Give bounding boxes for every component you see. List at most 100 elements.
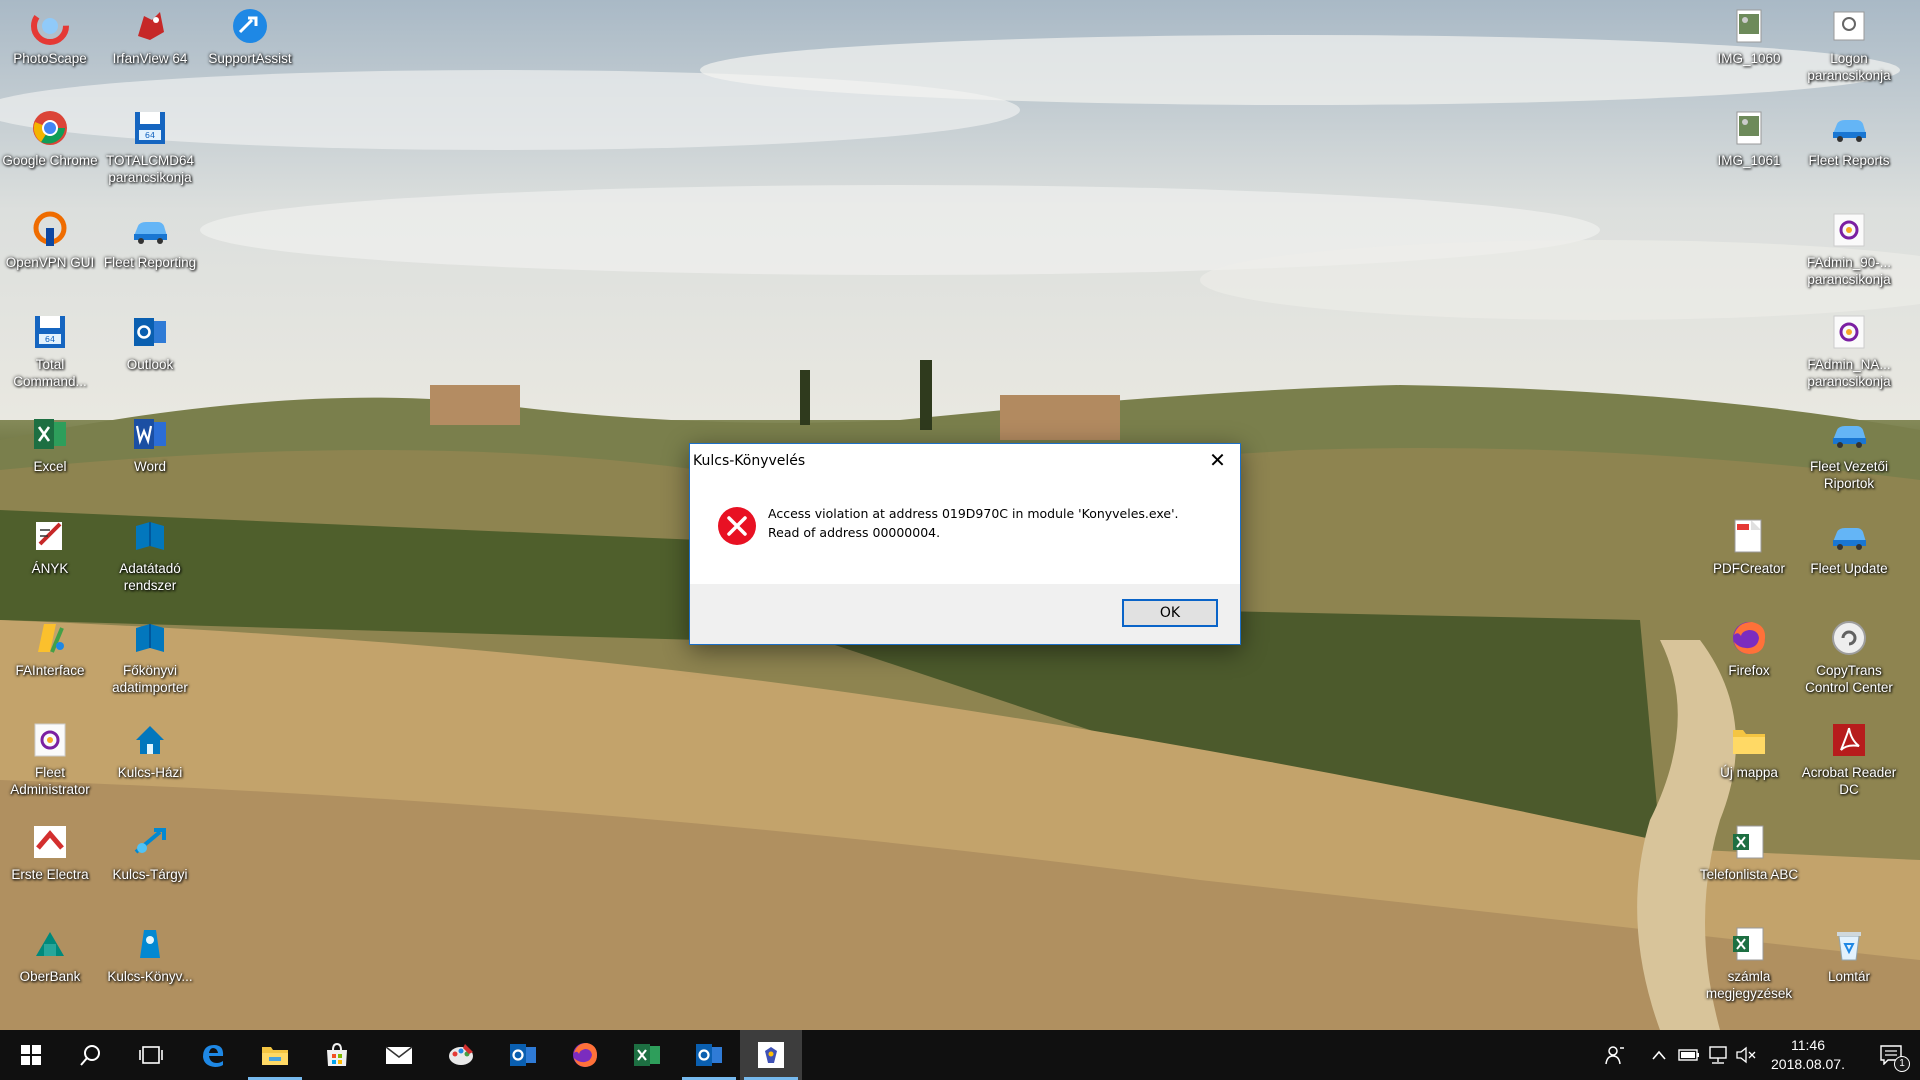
taskbar-outlook-2[interactable] [678,1030,740,1080]
ok-button[interactable]: OK [1122,599,1218,627]
desktop-icon-főkönyvi-adatimporter[interactable]: Főkönyvi adatimporter [100,612,200,696]
book-icon [130,516,170,556]
close-button[interactable]: ✕ [1195,444,1240,476]
desktop-icon-pdfcreator[interactable]: PDFCreator [1699,510,1799,577]
fleet-admin-icon [30,720,70,760]
desktop-icon-irfanview-64[interactable]: IrfanView 64 [100,0,200,67]
search-button[interactable] [60,1030,122,1080]
desktop-icon-copytrans-control-center[interactable]: CopyTrans Control Center [1799,612,1899,696]
firefox-icon [1729,618,1769,658]
desktop-icon-adatátadó-rendszer[interactable]: Adatátadó rendszer [100,510,200,594]
desktop-icon-total-command[interactable]: 64 Total Command... [0,306,100,390]
edge-icon [203,1045,224,1067]
taskbar-edge[interactable] [182,1030,244,1080]
people-icon [1605,1046,1624,1065]
paint-icon [449,1044,473,1065]
desktop-icon-label: Fleet Reporting [103,255,197,270]
chevron-up-icon [1652,1050,1666,1060]
taskbar-firefox[interactable] [554,1030,616,1080]
car-icon [1829,108,1869,148]
desktop-icon-új-mappa[interactable]: Új mappa [1699,714,1799,781]
pdfcreator-icon [1729,516,1769,556]
start-button[interactable] [0,1030,62,1080]
folder-icon [262,1047,288,1065]
network-button[interactable] [1705,1030,1731,1080]
desktop-icon-fleet-administrator[interactable]: Fleet Administrator [0,714,100,798]
desktop-icon-oberbank[interactable]: OberBank [0,918,100,985]
kulcs-konyv-icon [130,924,170,964]
clock[interactable]: 11:46 2018.08.07. [1758,1036,1858,1074]
taskbar-outlook[interactable] [492,1030,554,1080]
desktop-icon-google-chrome[interactable]: Google Chrome [0,102,100,169]
anyk-icon [30,516,70,556]
taskbar-store[interactable] [306,1030,368,1080]
desktop-icon-totalcmd64-parancsikonja[interactable]: 64 TOTALCMD64 parancsikonja [100,102,200,186]
desktop-icon-label: OpenVPN GUI [5,255,95,270]
taskbar-kulcs[interactable] [740,1030,802,1080]
desktop-icon-kulcs-könyv[interactable]: Kulcs-Könyv... [100,918,200,985]
volume-button[interactable] [1734,1030,1760,1080]
dialog-body: Access violation at address 019D970C in … [690,480,1240,584]
error-icon [718,507,756,545]
desktop-icon-supportassist[interactable]: SupportAssist [200,0,300,67]
desktop-icon-label: Logon parancsikonja [1807,51,1891,83]
desktop-icon-számla-megjegyzések[interactable]: számla megjegyzések [1699,918,1799,1002]
desktop-icon-fainterface[interactable]: FAInterface [0,612,100,679]
desktop-icon-fadmin-90-parancsikonja[interactable]: FAdmin_90-... parancsikonja [1799,204,1899,288]
desktop-icon-label: OberBank [19,969,81,984]
desktop-icon-outlook[interactable]: Outlook [100,306,200,373]
outlook-icon [130,312,170,352]
desktop-icon-fleet-reports[interactable]: Fleet Reports [1799,102,1899,169]
desktop-icon-firefox[interactable]: Firefox [1699,612,1799,679]
taskbar-excel[interactable] [616,1030,678,1080]
desktop-icon-label: SupportAssist [208,51,292,66]
copytrans-icon [1829,618,1869,658]
desktop-icon-fleet-reporting[interactable]: Fleet Reporting [100,204,200,271]
dialog-titlebar[interactable]: Kulcs-Könyvelés ✕ [690,444,1240,480]
outlook-icon [696,1044,722,1066]
desktop-icon-kulcs-tárgyi[interactable]: Kulcs-Tárgyi [100,816,200,883]
fainterface-icon [30,618,70,658]
desktop-icon-img-1061[interactable]: IMG_1061 [1699,102,1799,169]
desktop-icon-label: Kulcs-Házi [117,765,183,780]
desktop-icon-erste-electra[interactable]: Erste Electra [0,816,100,883]
desktop-icon-label: Adatátadó rendszer [119,561,181,593]
desktop-icon-label: FAInterface [15,663,85,678]
desktop-icon-label: CopyTrans Control Center [1805,663,1893,695]
desktop-icon-fleet-update[interactable]: Fleet Update [1799,510,1899,577]
desktop-icon-lomtár[interactable]: Lomtár [1799,918,1899,985]
desktop-icon-img-1060[interactable]: IMG_1060 [1699,0,1799,67]
taskbar-mail[interactable] [368,1030,430,1080]
kulcs-targyi-icon [130,822,170,862]
erste-icon [30,822,70,862]
image-file-icon [1729,108,1769,148]
desktop-icon-label: Fleet Vezetői Riportok [1809,459,1889,491]
desktop-icon-acrobat-reader-dc[interactable]: Acrobat Reader DC [1799,714,1899,798]
taskbar-explorer[interactable] [244,1030,306,1080]
desktop-icon-ányk[interactable]: ÁNYK [0,510,100,577]
desktop-icon-fadmin-na-parancsikonja[interactable]: FAdmin_NA... parancsikonja [1799,306,1899,390]
desktop-icon-fleet-vezetői-riportok[interactable]: Fleet Vezetői Riportok [1799,408,1899,492]
recycle-bin-icon [1829,924,1869,964]
desktop-icon-telefonlista-abc[interactable]: Telefonlista ABC [1699,816,1799,883]
oberbank-icon [30,924,70,964]
desktop-icon-label: FAdmin_90-... parancsikonja [1806,255,1892,287]
desktop-icon-label: Erste Electra [11,867,89,882]
fleet-admin-icon [1829,210,1869,250]
action-center-button[interactable]: 1 [1866,1030,1916,1080]
desktop-icon-kulcs-házi[interactable]: Kulcs-Házi [100,714,200,781]
desktop-icon-photoscape[interactable]: PhotoScape [0,0,100,67]
desktop-icon-word[interactable]: Word [100,408,200,475]
show-hidden-icons-button[interactable] [1647,1030,1671,1080]
close-icon: ✕ [1209,449,1226,472]
battery-button[interactable] [1676,1030,1702,1080]
task-view-button[interactable] [120,1030,182,1080]
desktop-icon-openvpn-gui[interactable]: OpenVPN GUI [0,204,100,271]
desktop-icon-logon-parancsikonja[interactable]: Logon parancsikonja [1799,0,1899,84]
desktop-icon-excel[interactable]: Excel [0,408,100,475]
taskbar-paint[interactable] [430,1030,492,1080]
supportassist-icon [230,6,270,46]
desktop-icon-label: PhotoScape [13,51,87,66]
people-button[interactable] [1600,1030,1630,1080]
desktop-icon-label: TOTALCMD64 parancsikonja [105,153,195,185]
